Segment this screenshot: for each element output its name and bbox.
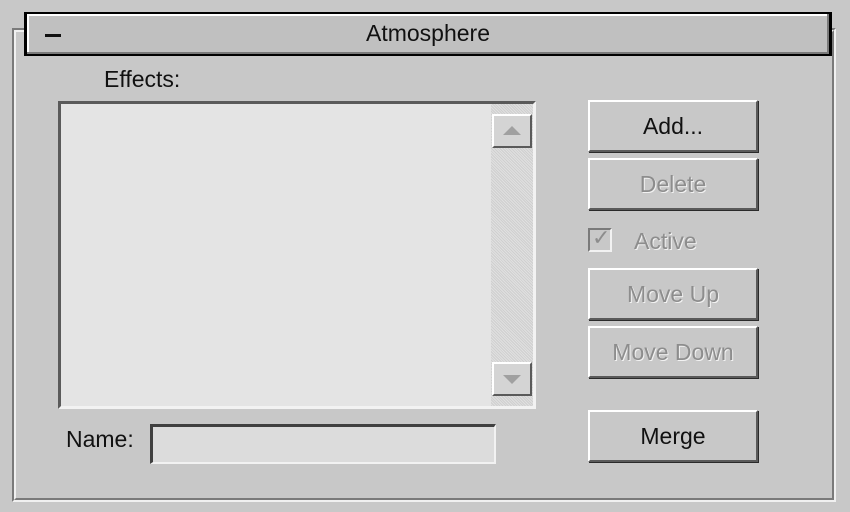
active-checkbox[interactable]: ✓	[588, 225, 612, 252]
add-button[interactable]: Add...	[588, 100, 758, 152]
active-label: Active	[634, 228, 697, 254]
name-label: Name:	[66, 426, 134, 452]
effects-listbox[interactable]	[58, 101, 536, 409]
move-down-button[interactable]: Move Down	[588, 326, 758, 378]
checkmark-icon: ✓	[592, 225, 611, 250]
scroll-down-arrow-icon	[503, 375, 521, 384]
effects-label: Effects:	[104, 66, 181, 92]
scroll-down-button[interactable]	[492, 362, 532, 396]
effects-scrollbar[interactable]	[491, 104, 533, 406]
effects-list-area[interactable]	[61, 104, 491, 406]
rollout-header[interactable]: Atmosphere	[24, 12, 832, 56]
scroll-up-button[interactable]	[492, 114, 532, 148]
scroll-up-arrow-icon	[503, 126, 521, 135]
merge-button[interactable]: Merge	[588, 410, 758, 462]
rollout-title: Atmosphere	[365, 20, 490, 46]
move-up-button[interactable]: Move Up	[588, 268, 758, 320]
name-input[interactable]	[150, 424, 496, 464]
delete-button[interactable]: Delete	[588, 158, 758, 210]
